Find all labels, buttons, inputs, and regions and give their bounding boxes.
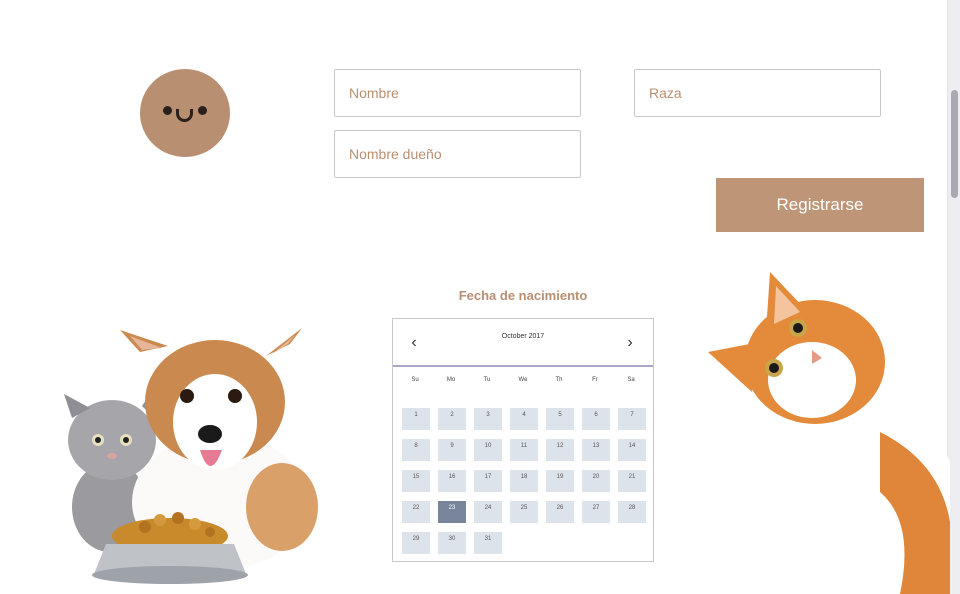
avatar-left-eye (163, 106, 172, 115)
calendar-day[interactable]: 5 (546, 408, 574, 430)
calendar-day[interactable]: 28 (618, 501, 646, 523)
calendar-day[interactable]: 20 (582, 470, 610, 492)
calendar-day[interactable]: 11 (510, 439, 538, 461)
calendar-day[interactable]: 6 (582, 408, 610, 430)
nombre-input[interactable] (334, 69, 581, 117)
calendar-day[interactable]: 12 (546, 439, 574, 461)
weekday-label: Sa (627, 377, 635, 383)
weekday-label: Th (555, 377, 563, 383)
scrollbar-thumb[interactable] (951, 90, 958, 198)
weekday-label: Fr (592, 377, 598, 383)
weekday-label: Tu (483, 377, 491, 383)
calendar-day[interactable]: 18 (510, 470, 538, 492)
calendar-day-selected[interactable]: 23 (438, 501, 466, 523)
calendar-day[interactable]: 4 (510, 408, 538, 430)
calendar-day[interactable]: 13 (582, 439, 610, 461)
puppy-kitten-food-image (64, 328, 318, 584)
calendar-day[interactable]: 17 (474, 470, 502, 492)
calendar-day[interactable]: 21 (618, 470, 646, 492)
calendar-day[interactable]: 26 (546, 501, 574, 523)
registrarse-button[interactable]: Registrarse (716, 178, 924, 232)
raza-input[interactable] (634, 69, 881, 117)
smiley-face-icon (140, 69, 230, 157)
calendar-month-label: October 2017 (501, 333, 545, 340)
calendar-day[interactable]: 7 (618, 408, 646, 430)
birthdate-label: Fecha de nacimiento (458, 288, 588, 303)
date-picker: ‹ October 2017 › Su Mo Tu We Th Fr Sa 12345678… (392, 318, 654, 562)
avatar-right-eye (198, 106, 207, 115)
calendar-day[interactable]: 16 (438, 470, 466, 492)
calendar-day[interactable]: 24 (474, 501, 502, 523)
calendar-day[interactable]: 29 (402, 532, 430, 554)
calendar-day[interactable]: 10 (474, 439, 502, 461)
calendar-day[interactable]: 8 (402, 439, 430, 461)
calendar-day[interactable]: 27 (582, 501, 610, 523)
calendar-day[interactable]: 19 (546, 470, 574, 492)
calendar-day[interactable]: 2 (438, 408, 466, 430)
weekday-row: Su Mo Tu We Th Fr Sa (401, 377, 647, 389)
nombre-dueno-input[interactable] (334, 130, 581, 178)
calendar-day[interactable]: 15 (402, 470, 430, 492)
calendar-day[interactable]: 31 (474, 532, 502, 554)
calendar-day[interactable]: 9 (438, 439, 466, 461)
calendar-header: ‹ October 2017 › (393, 319, 653, 367)
calendar-day[interactable]: 14 (618, 439, 646, 461)
weekday-label: We (518, 377, 528, 383)
calendar-day[interactable]: 3 (474, 408, 502, 430)
calendar-day[interactable]: 25 (510, 501, 538, 523)
avatar-mouth (176, 109, 193, 122)
calendar-day[interactable]: 1 (402, 408, 430, 430)
chevron-right-icon[interactable]: › (621, 333, 639, 353)
calendar-day[interactable]: 22 (402, 501, 430, 523)
calendar-day[interactable]: 30 (438, 532, 466, 554)
weekday-label: Su (411, 377, 419, 383)
cat-image (708, 272, 950, 594)
weekday-label: Mo (446, 377, 456, 383)
